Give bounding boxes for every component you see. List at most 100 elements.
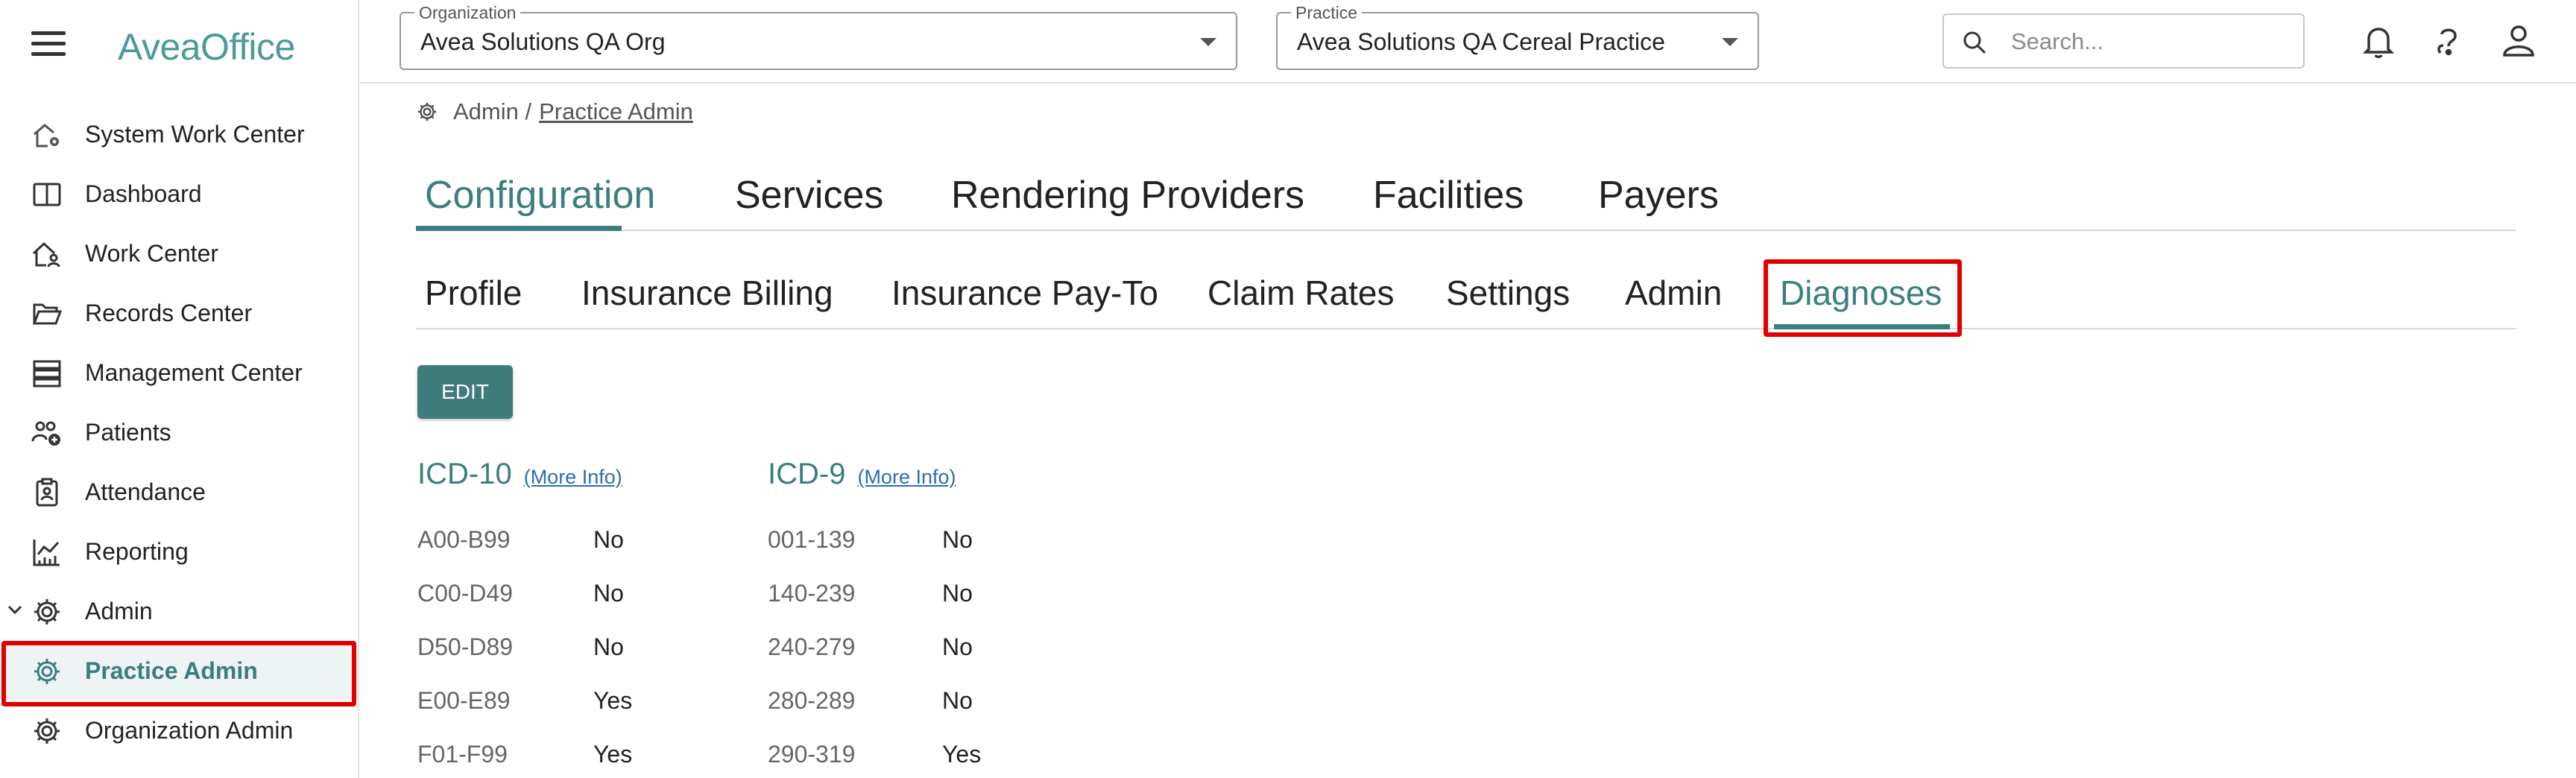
sidebar-item-patients[interactable]: Patients xyxy=(0,402,358,462)
menu-icon[interactable] xyxy=(31,31,66,57)
active-tab-indicator xyxy=(416,226,622,231)
sidebar-item-organization-admin[interactable]: Organization Admin xyxy=(0,700,358,760)
house-gear-icon xyxy=(34,124,59,148)
gear-icon xyxy=(417,102,437,121)
sidebar-item-label: Dashboard xyxy=(85,180,202,207)
primary-tabs: Configuration Services Rendering Provide… xyxy=(416,165,2516,231)
code-range: 240-279 xyxy=(768,633,856,660)
icd10-section: ICD-10 (More Info) A00-B99 No C00-D49 No D… xyxy=(417,458,730,768)
code-range: 280-289 xyxy=(768,687,856,714)
tab-settings[interactable]: Settings xyxy=(1446,273,1570,313)
sidebar-item-label: Admin xyxy=(85,597,153,624)
caret-down-icon xyxy=(1722,38,1738,46)
app-logo: AveaOffice xyxy=(118,26,295,68)
book-open-icon xyxy=(33,183,61,206)
code-range: 140-239 xyxy=(768,580,856,607)
organization-label: Organization xyxy=(414,3,521,23)
tab-insurance-billing[interactable]: Insurance Billing xyxy=(581,273,833,313)
tab-configuration[interactable]: Configuration xyxy=(425,173,655,218)
user-icon[interactable] xyxy=(2498,21,2539,61)
tab-admin[interactable]: Admin xyxy=(1625,273,1722,313)
icd10-more-info-link[interactable]: (More Info) xyxy=(524,466,622,489)
sidebar-item-practice-admin[interactable]: Practice Admin xyxy=(0,641,358,700)
folder-open-icon xyxy=(32,303,63,325)
practice-select[interactable]: Practice Avea Solutions QA Cereal Practi… xyxy=(1276,3,1759,70)
tab-services[interactable]: Services xyxy=(735,173,883,218)
code-range: 290-319 xyxy=(768,741,856,768)
sidebar-item-dashboard[interactable]: Dashboard xyxy=(0,164,358,224)
code-range: E00-E89 xyxy=(417,687,511,714)
code-range: A00-B99 xyxy=(417,526,511,553)
icd10-title: ICD-10 xyxy=(417,458,512,490)
search-box xyxy=(1942,13,2305,69)
icd9-more-info-link[interactable]: (More Info) xyxy=(857,466,956,489)
code-value: Yes xyxy=(593,741,633,768)
icd9-section: ICD-9 (More Info) 001-139 No 140-239 No 24… xyxy=(768,458,1081,768)
code-value: No xyxy=(942,687,973,714)
sidebar-item-system-work-center[interactable]: System Work Center xyxy=(0,104,358,164)
search-icon xyxy=(1963,31,1986,54)
organization-select[interactable]: Organization Avea Solutions QA Org xyxy=(400,3,1237,70)
code-range: F01-F99 xyxy=(417,741,508,768)
tab-claim-rates[interactable]: Claim Rates xyxy=(1208,273,1395,313)
gear-icon xyxy=(34,599,60,624)
code-range: 001-139 xyxy=(768,526,856,553)
code-value: No xyxy=(593,633,624,660)
tab-profile[interactable]: Profile xyxy=(425,273,522,313)
code-value: No xyxy=(942,526,973,553)
help-icon[interactable] xyxy=(2428,21,2469,61)
sidebar-nav: System Work Center Dashboard Work Center… xyxy=(0,104,358,760)
clipboard-badge-icon xyxy=(36,478,58,507)
house-person-icon xyxy=(32,241,60,268)
tab-facilities[interactable]: Facilities xyxy=(1373,173,1524,218)
breadcrumb-root: Admin / xyxy=(453,98,532,124)
sidebar-item-attendance[interactable]: Attendance xyxy=(0,462,358,522)
tab-diagnoses[interactable]: Diagnoses xyxy=(1780,273,1942,313)
sidebar-item-label: System Work Center xyxy=(85,120,305,148)
practice-value: Avea Solutions QA Cereal Practice xyxy=(1297,28,1665,55)
bell-icon[interactable] xyxy=(2358,21,2399,61)
chevron-down-icon[interactable] xyxy=(6,601,24,619)
sidebar-item-label: Attendance xyxy=(85,478,206,505)
code-value: Yes xyxy=(593,687,633,714)
sidebar-item-work-center[interactable]: Work Center xyxy=(0,224,358,283)
caret-down-icon xyxy=(1200,38,1216,46)
code-value: Yes xyxy=(942,741,982,768)
practice-label: Practice xyxy=(1291,3,1363,23)
breadcrumb: Admin / Practice Admin xyxy=(416,98,693,125)
sidebar-item-label: Organization Admin xyxy=(85,716,294,744)
sidebar-item-label: Work Center xyxy=(85,239,219,267)
code-range: D50-D89 xyxy=(417,633,514,660)
gear-icon xyxy=(34,659,60,684)
sidebar-item-records-center[interactable]: Records Center xyxy=(0,283,358,343)
sidebar-item-label: Patients xyxy=(85,418,171,446)
icd10-header: ICD-10 (More Info) xyxy=(417,458,730,491)
tab-rendering-providers[interactable]: Rendering Providers xyxy=(951,173,1304,218)
icd9-header: ICD-9 (More Info) xyxy=(768,458,1081,491)
breadcrumb-current-link[interactable]: Practice Admin xyxy=(539,98,693,125)
search-input[interactable] xyxy=(2011,24,2287,60)
sidebar-item-label: Practice Admin xyxy=(85,657,258,684)
code-value: No xyxy=(942,580,973,607)
sidebar-item-label: Reporting xyxy=(85,537,189,565)
code-range: C00-D49 xyxy=(417,580,514,607)
code-value: No xyxy=(593,580,624,607)
chart-icon xyxy=(33,540,60,566)
top-header: Organization Avea Solutions QA Org Pract… xyxy=(359,0,2576,83)
secondary-tabs: Profile Insurance Billing Insurance Pay-… xyxy=(416,262,2516,329)
sidebar-item-label: Records Center xyxy=(85,299,253,326)
sidebar-item-admin[interactable]: Admin xyxy=(0,581,358,641)
edit-button[interactable]: EDIT xyxy=(417,365,513,419)
code-value: No xyxy=(942,633,973,660)
people-add-icon xyxy=(31,421,60,446)
tab-insurance-pay-to[interactable]: Insurance Pay-To xyxy=(891,273,1158,313)
active-tab-indicator xyxy=(1774,324,1950,329)
sidebar-item-management-center[interactable]: Management Center xyxy=(0,343,358,402)
sidebar-item-label: Management Center xyxy=(85,358,303,386)
icd9-title: ICD-9 xyxy=(768,458,846,490)
gear-icon xyxy=(34,718,60,744)
code-value: No xyxy=(593,526,624,553)
sidebar-item-reporting[interactable]: Reporting xyxy=(0,522,358,581)
tab-payers[interactable]: Payers xyxy=(1598,173,1719,218)
sidebar: AveaOffice System Work Center Dashboard … xyxy=(0,0,359,778)
